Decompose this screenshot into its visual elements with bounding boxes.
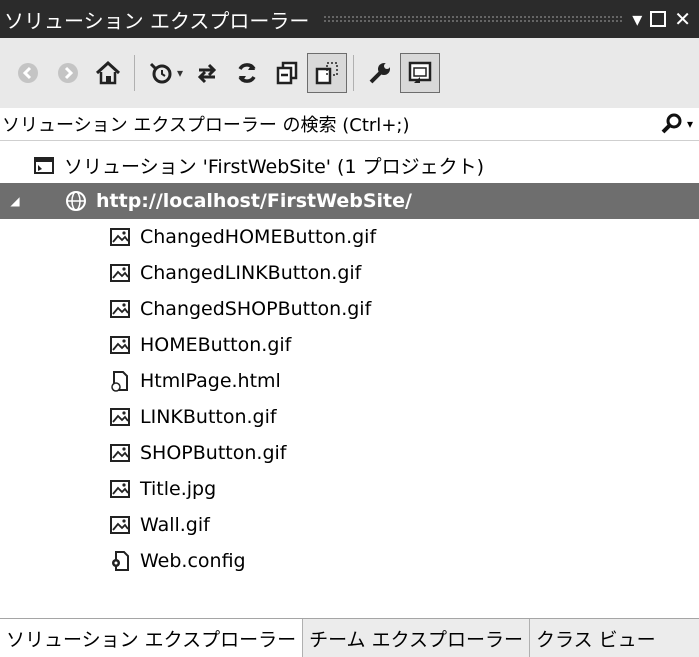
tree-row-file[interactable]: HOMEButton.gif xyxy=(0,327,699,363)
image-file-icon xyxy=(108,405,132,429)
image-file-icon xyxy=(108,477,132,501)
tab-class-view[interactable]: クラス ビュー xyxy=(529,619,662,657)
show-all-files-button[interactable] xyxy=(307,53,348,93)
bottom-tab-strip: ソリューション エクスプローラー チーム エクスプローラー クラス ビュー xyxy=(0,618,699,657)
file-name: LINKButton.gif xyxy=(140,406,277,428)
close-icon[interactable]: ✕ xyxy=(674,9,691,29)
maximize-icon[interactable] xyxy=(650,11,667,27)
panel-title: ソリューション エクスプローラー xyxy=(4,8,310,33)
history-clock-icon xyxy=(149,62,172,84)
tree-row-file[interactable]: ChangedSHOPButton.gif xyxy=(0,291,699,327)
window-position-dropdown-icon[interactable]: ▾ xyxy=(632,9,642,29)
show-all-files-icon xyxy=(315,62,338,85)
collapse-all-icon xyxy=(276,61,298,85)
tree-row-file[interactable]: Web.config xyxy=(0,543,699,579)
tree-row-file[interactable]: ChangedHOMEButton.gif xyxy=(0,219,699,255)
image-file-icon xyxy=(108,297,132,321)
solution-icon xyxy=(32,153,56,177)
search-box[interactable]: ソリューション エクスプローラー の検索 (Ctrl+;) ▾ xyxy=(0,108,699,141)
solution-explorer-toolbar: ▾ xyxy=(0,38,699,108)
tree-row-website[interactable]: ◢ http://localhost/FirstWebSite/ xyxy=(0,183,699,219)
file-name: ChangedLINKButton.gif xyxy=(140,262,362,284)
collapse-all-button[interactable] xyxy=(267,53,307,93)
search-options-dropdown-icon[interactable]: ▾ xyxy=(687,117,693,131)
circle-arrow-left-icon xyxy=(18,63,38,83)
tree-row-file[interactable]: HtmlPage.html xyxy=(0,363,699,399)
circle-arrow-right-icon xyxy=(58,63,78,83)
html-file-icon xyxy=(108,369,132,393)
drag-grip[interactable] xyxy=(323,15,623,23)
file-name: SHOPButton.gif xyxy=(140,442,287,464)
image-file-icon xyxy=(108,225,132,249)
tree-row-file[interactable]: LINKButton.gif xyxy=(0,399,699,435)
file-name: Title.jpg xyxy=(140,478,217,500)
pending-changes-filter-button[interactable] xyxy=(141,53,181,93)
home-icon xyxy=(95,60,121,85)
image-file-icon xyxy=(108,333,132,357)
preview-icon xyxy=(408,61,432,83)
tree-row-file[interactable]: Title.jpg xyxy=(0,471,699,507)
refresh-button[interactable] xyxy=(227,53,267,93)
expander-icon[interactable]: ◢ xyxy=(0,194,30,208)
file-name: ChangedHOMEButton.gif xyxy=(140,226,377,248)
home-button[interactable] xyxy=(88,53,128,93)
filter-dropdown-icon[interactable]: ▾ xyxy=(177,66,183,80)
tree-row-file[interactable]: SHOPButton.gif xyxy=(0,435,699,471)
tab-solution-explorer[interactable]: ソリューション エクスプローラー xyxy=(0,619,303,657)
toolbar-separator xyxy=(353,55,355,91)
image-file-icon xyxy=(108,513,132,537)
search-icon[interactable] xyxy=(659,111,685,137)
sync-with-active-document-button[interactable] xyxy=(187,53,227,93)
preview-selected-items-button[interactable] xyxy=(400,53,441,93)
wrench-icon xyxy=(369,63,391,84)
panel-title-bar: ソリューション エクスプローラー ▾ ✕ xyxy=(0,0,699,38)
image-file-icon xyxy=(108,261,132,285)
tree-row-file[interactable]: ChangedLINKButton.gif xyxy=(0,255,699,291)
file-name: ChangedSHOPButton.gif xyxy=(140,298,372,320)
search-input[interactable]: ソリューション エクスプローラー の検索 (Ctrl+;) xyxy=(0,111,659,137)
solution-tree: ソリューション 'FirstWebSite' (1 プロジェクト) ◢ http… xyxy=(0,147,699,579)
image-file-icon xyxy=(108,441,132,465)
website-label: http://localhost/FirstWebSite/ xyxy=(96,190,412,212)
globe-icon xyxy=(64,189,88,213)
tree-row-solution[interactable]: ソリューション 'FirstWebSite' (1 プロジェクト) xyxy=(0,147,699,183)
file-name: Wall.gif xyxy=(140,514,210,536)
back-button[interactable] xyxy=(8,53,48,93)
file-name: Web.config xyxy=(140,550,246,572)
file-name: HOMEButton.gif xyxy=(140,334,292,356)
refresh-icon xyxy=(238,63,256,83)
properties-button[interactable] xyxy=(360,53,400,93)
toolbar-separator xyxy=(134,55,135,91)
tab-team-explorer[interactable]: チーム エクスプローラー xyxy=(302,619,529,657)
solution-label: ソリューション 'FirstWebSite' (1 プロジェクト) xyxy=(64,155,484,178)
tree-row-file[interactable]: Wall.gif xyxy=(0,507,699,543)
file-list: ChangedHOMEButton.gif ChangedLINKButton.g… xyxy=(0,219,699,579)
forward-button[interactable] xyxy=(48,53,88,93)
file-name: HtmlPage.html xyxy=(140,370,281,392)
config-file-icon xyxy=(108,549,132,573)
sync-arrows-icon xyxy=(197,63,217,84)
